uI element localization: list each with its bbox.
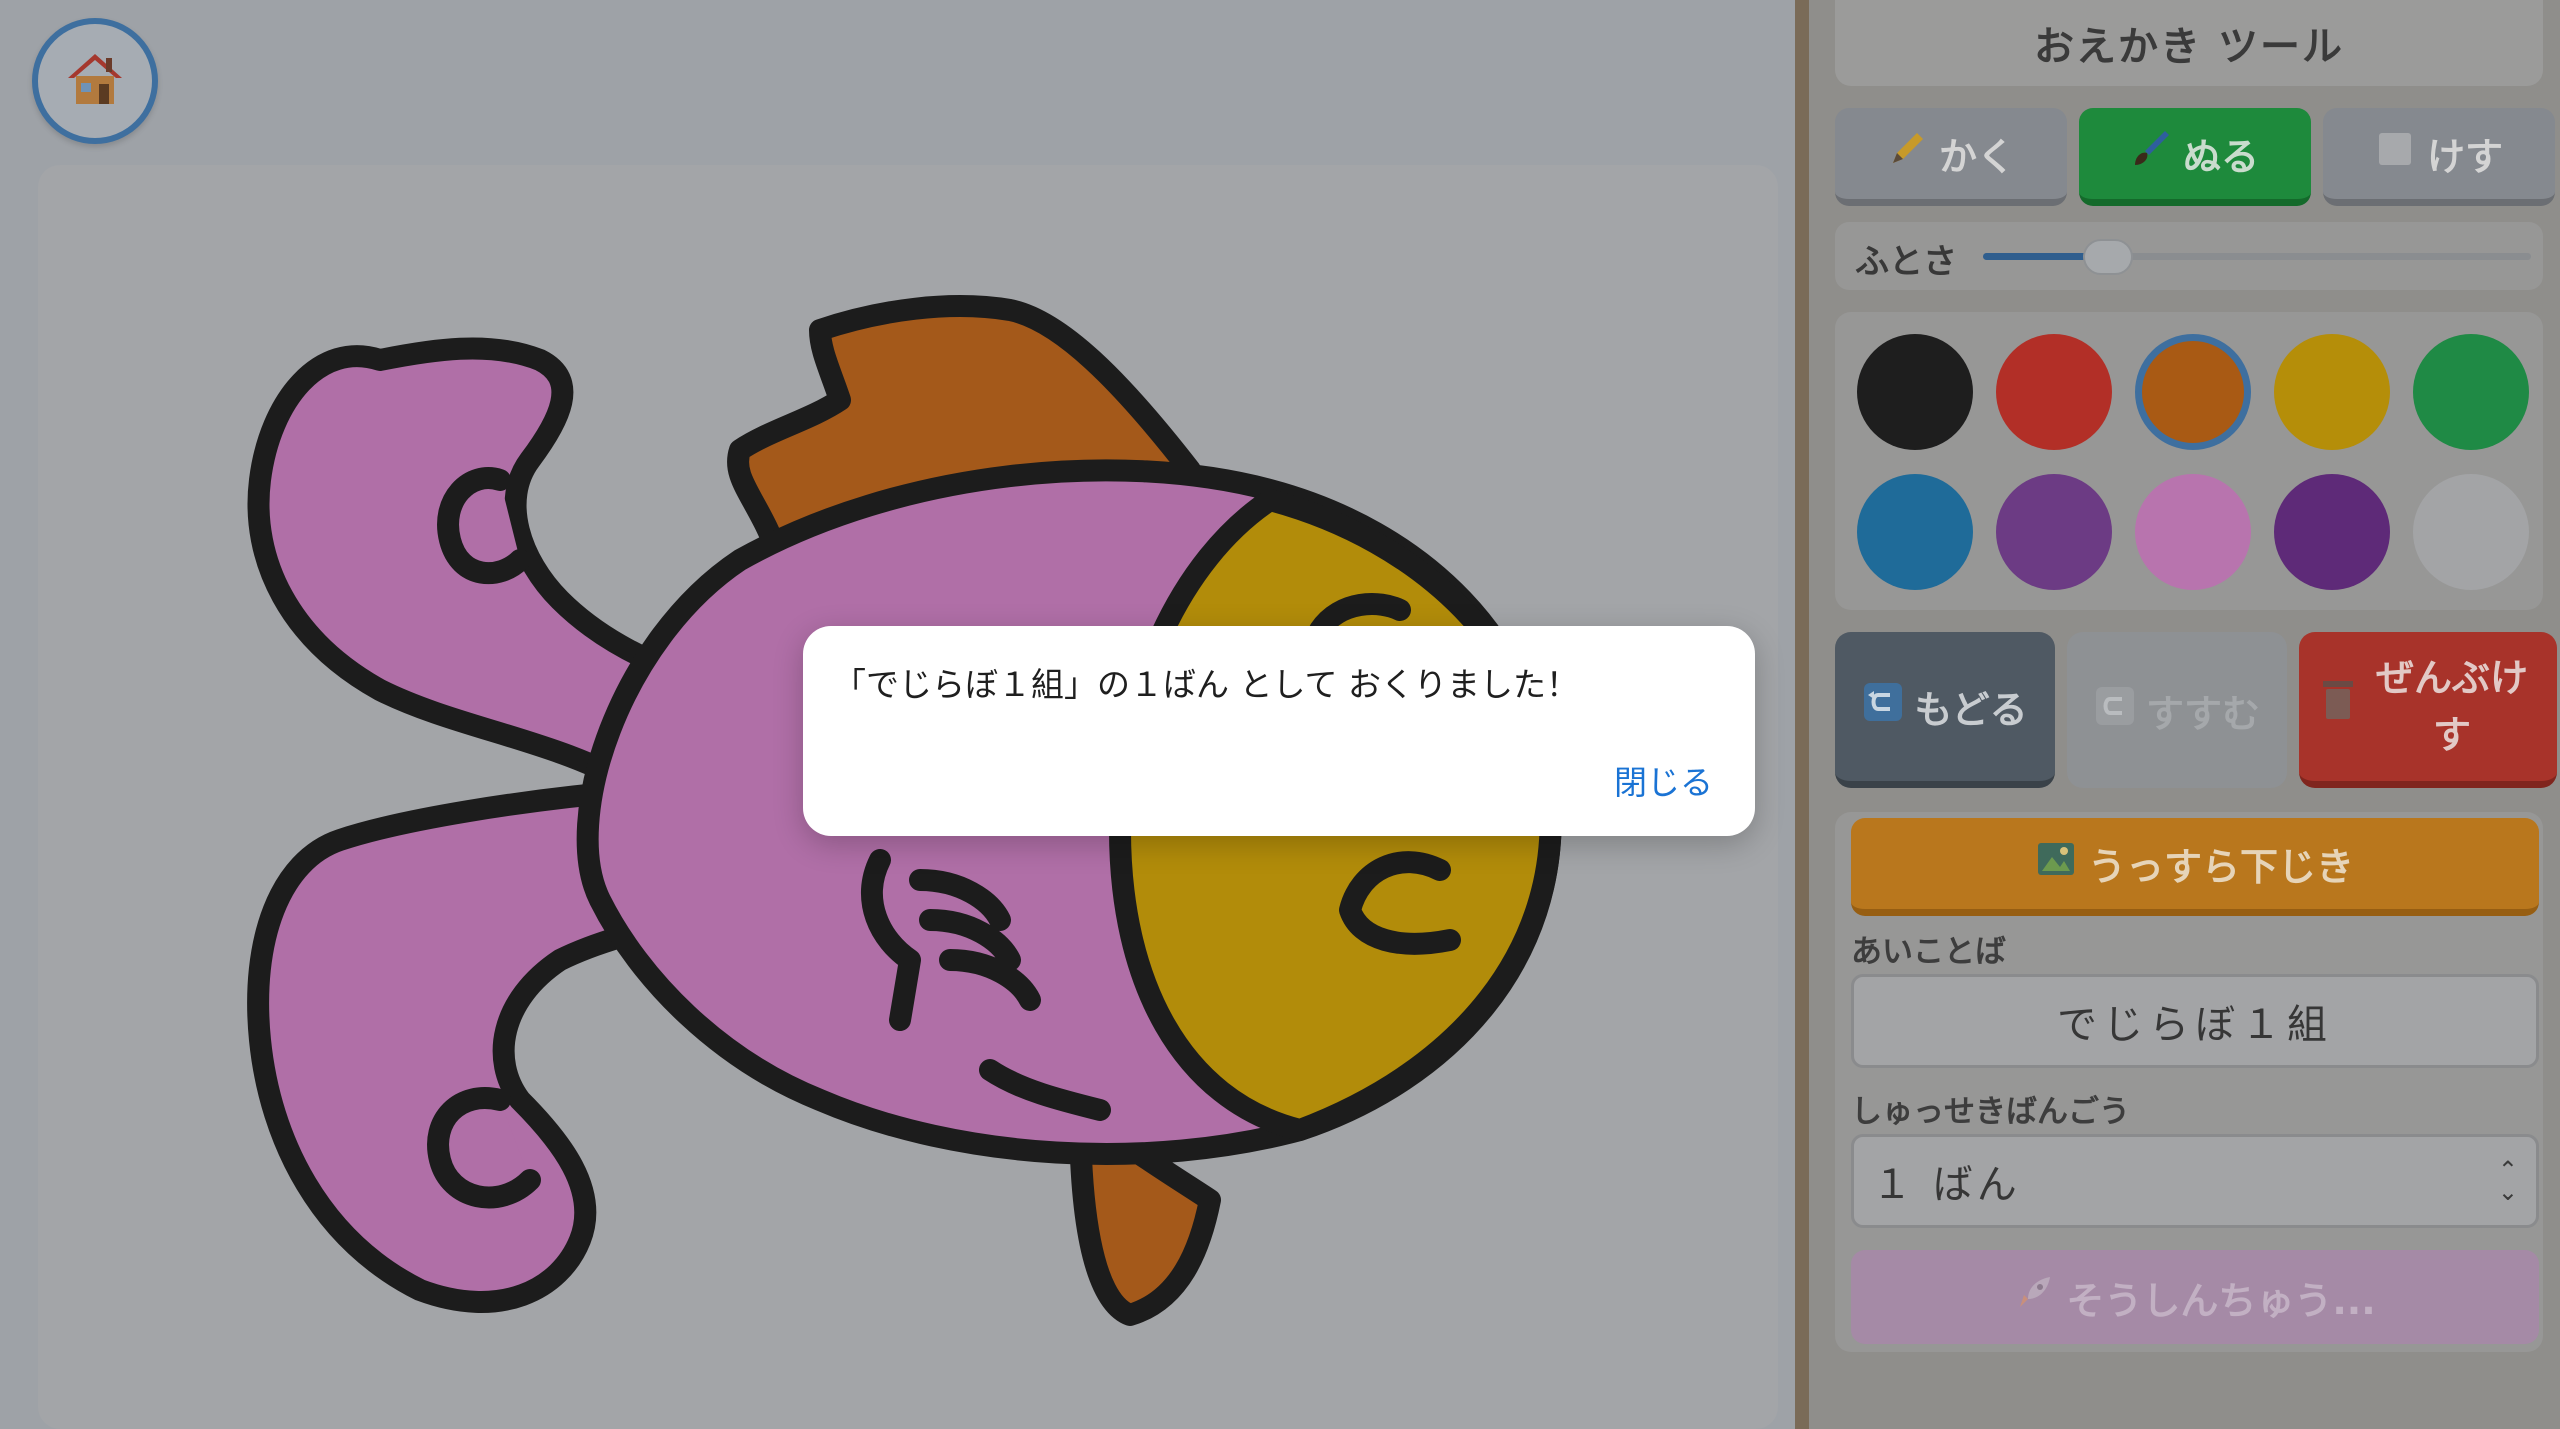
brush-icon (2131, 129, 2171, 178)
redo-icon (2094, 685, 2136, 736)
house-icon (64, 50, 126, 112)
thickness-slider-handle[interactable] (2082, 239, 2133, 275)
color-swatch[interactable] (2274, 334, 2390, 450)
submit-section: うっすら下じき あいことば でじらぼ１組 しゅっせきばんごう １ ばん ⌃ ⌄ そ… (1835, 812, 2543, 1352)
clear-all-button[interactable]: ぜんぶけす (2299, 632, 2557, 788)
seat-number-value: １ ばん (1872, 1162, 2021, 1208)
erase-mode-button[interactable]: けす (2323, 108, 2555, 206)
trace-overlay-label: うっすら下じき (2087, 845, 2354, 889)
thickness-slider[interactable] (1983, 239, 2531, 275)
dialog-message: 「でじらぼ１組」の１ばん として おくりました！ (833, 665, 1579, 704)
color-swatch[interactable] (1996, 474, 2112, 590)
thickness-label: ふとさ (1855, 242, 1957, 282)
send-label: そうしんちゅう... (2066, 1278, 2376, 1323)
color-swatch[interactable] (2135, 474, 2251, 590)
color-swatch[interactable] (2413, 474, 2529, 590)
dialog-close-button[interactable]: 閉じる (1614, 756, 1713, 804)
redo-button[interactable]: すすむ (2067, 632, 2287, 788)
send-button[interactable]: そうしんちゅう... (1851, 1250, 2539, 1344)
trash-icon (2319, 677, 2357, 737)
color-swatch[interactable] (2413, 334, 2529, 450)
draw-mode-button[interactable]: かく (1835, 108, 2067, 206)
draw-mode-label: かく (1938, 135, 2015, 179)
select-arrows-icon: ⌃ ⌄ (2497, 1156, 2522, 1206)
panel-title: おえかき ツール (1835, 0, 2543, 86)
thickness-row: ふとさ (1835, 222, 2543, 290)
undo-icon (1862, 681, 1904, 732)
color-swatch[interactable] (1857, 334, 1973, 450)
undo-button[interactable]: もどる (1835, 632, 2055, 788)
clear-all-label: ぜんぶけす (2375, 655, 2528, 757)
color-swatch[interactable] (2135, 334, 2251, 450)
pencil-icon (1887, 129, 1927, 178)
fill-mode-label: ぬる (2182, 135, 2259, 179)
rocket-icon (2014, 1273, 2054, 1322)
seat-number-select[interactable]: １ ばん ⌃ ⌄ (1851, 1134, 2539, 1228)
home-button[interactable] (32, 18, 158, 144)
color-swatch[interactable] (1857, 474, 1973, 590)
eraser-icon (2375, 129, 2415, 178)
color-palette (1835, 312, 2543, 610)
tool-panel: おえかき ツール かく ぬる けす ふとさ もどる すすむ ぜんぶけす うっすら… (1795, 0, 2560, 1429)
undo-label: もどる (1914, 688, 2028, 732)
password-field[interactable]: でじらぼ１組 (1851, 974, 2539, 1068)
redo-label: すすむ (2145, 691, 2260, 736)
trace-overlay-button[interactable]: うっすら下じき (1851, 818, 2539, 916)
tool-panel-body: おえかき ツール かく ぬる けす ふとさ もどる すすむ ぜんぶけす うっすら… (1809, 0, 2560, 1429)
erase-mode-label: けす (2426, 135, 2503, 179)
picture-icon (2036, 839, 2076, 888)
color-swatch[interactable] (2274, 474, 2390, 590)
password-value: でじらぼ１組 (2057, 1002, 2333, 1048)
sent-confirmation-dialog: 「でじらぼ１組」の１ばん として おくりました！ 閉じる (803, 626, 1755, 836)
password-label: あいことば (1851, 934, 2006, 970)
seat-number-label: しゅっせきばんごう (1851, 1094, 2130, 1130)
fill-mode-button[interactable]: ぬる (2079, 108, 2311, 206)
color-swatch[interactable] (1996, 334, 2112, 450)
